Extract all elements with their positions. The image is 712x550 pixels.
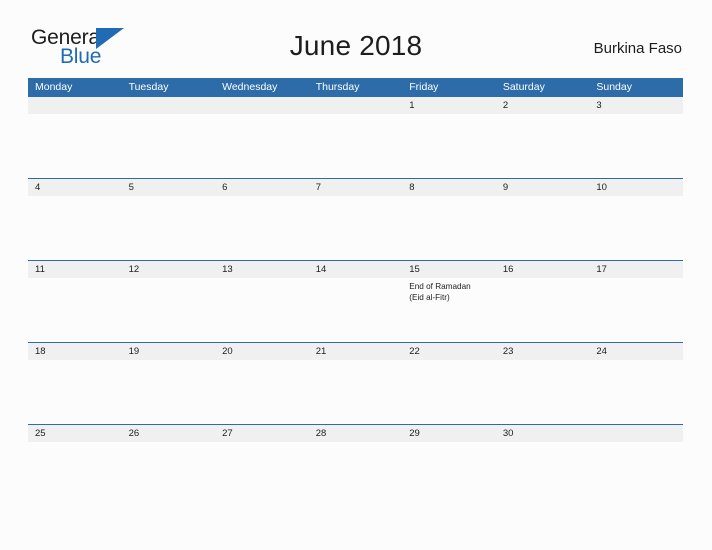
date-number[interactable]: 29 xyxy=(402,425,496,442)
weekday-header-sunday: Sunday xyxy=(596,81,632,93)
country-label: Burkina Faso xyxy=(593,40,682,57)
date-number[interactable] xyxy=(122,97,216,114)
date-number[interactable] xyxy=(309,97,403,114)
date-number[interactable]: 18 xyxy=(28,343,122,360)
date-number[interactable]: 16 xyxy=(496,261,590,278)
day-cell[interactable] xyxy=(215,278,309,342)
day-cell[interactable] xyxy=(309,360,403,424)
calendar-page: General Blue June 2018 Burkina Faso Mond… xyxy=(0,0,712,550)
week-body-strip xyxy=(28,114,683,178)
day-cell[interactable] xyxy=(122,360,216,424)
day-cell[interactable] xyxy=(28,442,122,506)
date-number[interactable]: 1 xyxy=(402,97,496,114)
date-number[interactable]: 6 xyxy=(215,179,309,196)
day-cell[interactable] xyxy=(215,196,309,260)
date-number[interactable]: 14 xyxy=(309,261,403,278)
day-cell-with-event[interactable]: End of Ramadan (Eid al-Fitr) xyxy=(402,278,496,342)
day-cell[interactable] xyxy=(496,278,590,342)
day-cell[interactable] xyxy=(402,360,496,424)
day-cell[interactable] xyxy=(402,196,496,260)
date-number[interactable]: 15 xyxy=(402,261,496,278)
week-row: 4 5 6 7 8 9 10 xyxy=(28,178,683,260)
event-text: End of Ramadan xyxy=(409,282,471,291)
day-cell[interactable] xyxy=(589,114,683,178)
date-number[interactable]: 9 xyxy=(496,179,590,196)
date-number[interactable]: 25 xyxy=(28,425,122,442)
weekday-header-monday: Monday xyxy=(35,81,73,93)
week-body-strip xyxy=(28,442,683,506)
weekday-header-friday: Friday xyxy=(409,81,439,93)
day-cell[interactable] xyxy=(402,114,496,178)
week-date-strip: 1 2 3 xyxy=(28,96,683,114)
weekday-header-tuesday: Tuesday xyxy=(128,81,169,93)
date-number[interactable]: 26 xyxy=(122,425,216,442)
date-number[interactable]: 2 xyxy=(496,97,590,114)
weekday-header-wednesday: Wednesday xyxy=(222,81,278,93)
day-cell[interactable] xyxy=(28,114,122,178)
day-cell[interactable] xyxy=(589,196,683,260)
week-body-strip xyxy=(28,360,683,424)
date-number[interactable]: 21 xyxy=(309,343,403,360)
date-number[interactable]: 8 xyxy=(402,179,496,196)
weekday-header-thursday: Thursday xyxy=(315,81,360,93)
day-cell[interactable] xyxy=(309,442,403,506)
day-cell[interactable] xyxy=(309,196,403,260)
week-date-strip: 11 12 13 14 15 16 17 xyxy=(28,260,683,278)
date-number[interactable]: 7 xyxy=(309,179,403,196)
week-row: 25 26 27 28 29 30 xyxy=(28,424,683,506)
date-number[interactable]: 17 xyxy=(589,261,683,278)
day-cell[interactable] xyxy=(215,442,309,506)
date-number[interactable] xyxy=(589,425,683,442)
date-number[interactable]: 27 xyxy=(215,425,309,442)
date-number[interactable]: 10 xyxy=(589,179,683,196)
day-cell[interactable] xyxy=(122,442,216,506)
day-cell[interactable] xyxy=(122,196,216,260)
day-cell[interactable] xyxy=(215,360,309,424)
date-number[interactable]: 13 xyxy=(215,261,309,278)
date-number[interactable]: 12 xyxy=(122,261,216,278)
week-row: 18 19 20 21 22 23 24 xyxy=(28,342,683,424)
page-header: General Blue June 2018 Burkina Faso xyxy=(0,0,712,78)
date-number[interactable]: 24 xyxy=(589,343,683,360)
day-cell[interactable] xyxy=(589,360,683,424)
date-number[interactable]: 28 xyxy=(309,425,403,442)
day-cell[interactable] xyxy=(28,278,122,342)
date-number[interactable]: 30 xyxy=(496,425,590,442)
week-row: 11 12 13 14 15 16 17 End of Ramadan (Eid … xyxy=(28,260,683,342)
day-cell[interactable] xyxy=(28,196,122,260)
day-cell[interactable] xyxy=(496,442,590,506)
day-cell[interactable] xyxy=(122,278,216,342)
day-cell[interactable] xyxy=(309,278,403,342)
week-row: 1 2 3 xyxy=(28,96,683,178)
event-text: (Eid al-Fitr) xyxy=(409,293,450,302)
date-number[interactable]: 23 xyxy=(496,343,590,360)
date-number[interactable]: 4 xyxy=(28,179,122,196)
day-cell[interactable] xyxy=(122,114,216,178)
day-cell[interactable] xyxy=(589,442,683,506)
day-cell[interactable] xyxy=(496,196,590,260)
week-date-strip: 4 5 6 7 8 9 10 xyxy=(28,178,683,196)
date-number[interactable]: 3 xyxy=(589,97,683,114)
date-number[interactable] xyxy=(28,97,122,114)
day-cell[interactable] xyxy=(28,360,122,424)
day-cell[interactable] xyxy=(496,114,590,178)
date-number[interactable] xyxy=(215,97,309,114)
day-cell[interactable] xyxy=(402,442,496,506)
day-cell[interactable] xyxy=(496,360,590,424)
week-body-strip: End of Ramadan (Eid al-Fitr) xyxy=(28,278,683,342)
week-date-strip: 18 19 20 21 22 23 24 xyxy=(28,342,683,360)
calendar-grid: Monday Tuesday Wednesday Thursday Friday… xyxy=(28,78,683,506)
date-number[interactable]: 20 xyxy=(215,343,309,360)
week-date-strip: 25 26 27 28 29 30 xyxy=(28,424,683,442)
day-cell[interactable] xyxy=(215,114,309,178)
weekday-header-row: Monday Tuesday Wednesday Thursday Friday… xyxy=(28,78,683,96)
day-cell[interactable] xyxy=(309,114,403,178)
week-body-strip xyxy=(28,196,683,260)
date-number[interactable]: 5 xyxy=(122,179,216,196)
date-number[interactable]: 22 xyxy=(402,343,496,360)
weekday-header-saturday: Saturday xyxy=(502,81,545,93)
date-number[interactable]: 11 xyxy=(28,261,122,278)
date-number[interactable]: 19 xyxy=(122,343,216,360)
day-cell[interactable] xyxy=(589,278,683,342)
